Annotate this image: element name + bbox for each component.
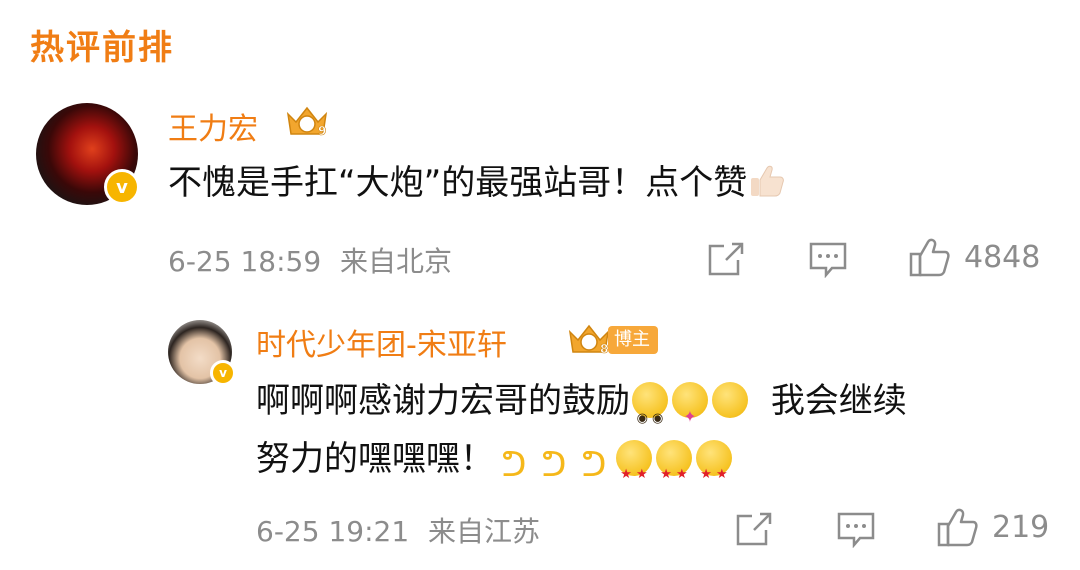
- comment-location: 来自北京: [340, 245, 453, 278]
- reply-text-line-2: 努力的嘿嘿嘿！ ᕤ ᕤ ᕤ: [256, 430, 734, 504]
- reply-username[interactable]: 时代少年团-宋亚轩: [256, 320, 507, 364]
- reply-location: 来自江苏: [428, 515, 541, 548]
- like-icon: [909, 238, 950, 277]
- level-crown-icon: 9: [286, 106, 328, 138]
- reply-comment-button[interactable]: [836, 510, 876, 548]
- reply-level-crown-icon: 8: [568, 324, 610, 356]
- star-struck-emoji-icon: [616, 440, 652, 504]
- reply-text-part-2: 我会继续: [770, 381, 907, 421]
- comment-date: 6-25 18:59: [168, 245, 322, 278]
- partying-face-emoji-icon: [672, 382, 708, 446]
- reply-text-line-1: 啊啊啊感谢力宏哥的鼓励 我会继续: [256, 372, 907, 454]
- reply-avatar[interactable]: v: [168, 320, 236, 386]
- comment-icon: [809, 242, 847, 278]
- comment-button[interactable]: [808, 240, 848, 278]
- reply-text-part-3: 努力的嘿嘿嘿！: [256, 439, 494, 479]
- avatar[interactable]: v: [36, 103, 140, 205]
- pleading-face-emoji-icon: [632, 382, 668, 448]
- comment-icon: [837, 512, 875, 548]
- level-number: 9: [318, 124, 326, 138]
- flexed-biceps-emoji-icon: ᕤ: [581, 445, 607, 485]
- comment-section: 热评前排 v 王力宏 9 不愧是手扛“大炮”的最强站哥！点个赞 6-25 18:…: [0, 0, 1080, 570]
- share-icon: [708, 242, 744, 276]
- comment-username[interactable]: 王力宏: [168, 104, 258, 148]
- like-button[interactable]: 4848: [908, 236, 1040, 278]
- share-icon: [736, 512, 772, 546]
- reply-verified-badge-icon: v: [210, 360, 236, 386]
- reply-meta: 6-25 19:21 来自江苏: [256, 510, 540, 550]
- blogger-badge: 博主: [608, 326, 658, 354]
- reply-share-button[interactable]: [734, 510, 774, 548]
- reply-date: 6-25 19:21: [256, 515, 410, 548]
- flexed-biceps-emoji-icon: ᕤ: [501, 445, 527, 485]
- reply-text-part-1: 啊啊啊感谢力宏哥的鼓励: [256, 381, 630, 421]
- like-icon: [937, 508, 978, 547]
- reply-like-count: 219: [992, 509, 1050, 545]
- comment-text-content: 不愧是手扛“大炮”的最强站哥！点个赞: [168, 163, 748, 203]
- thumbs-up-emoji-icon: [751, 165, 785, 197]
- star-struck-emoji-icon: [656, 440, 692, 504]
- verified-badge-icon: v: [104, 169, 140, 205]
- comment-text: 不愧是手扛“大炮”的最强站哥！点个赞: [168, 154, 787, 212]
- reply-like-button[interactable]: 219: [936, 506, 1049, 548]
- like-count: 4848: [964, 239, 1041, 275]
- section-title: 热评前排: [30, 28, 174, 68]
- grinning-face-emoji-icon: [712, 382, 748, 454]
- flexed-biceps-emoji-icon: ᕤ: [541, 445, 567, 485]
- comment-meta: 6-25 18:59 来自北京: [168, 240, 452, 280]
- star-struck-emoji-icon: [696, 440, 732, 504]
- share-button[interactable]: [706, 240, 746, 278]
